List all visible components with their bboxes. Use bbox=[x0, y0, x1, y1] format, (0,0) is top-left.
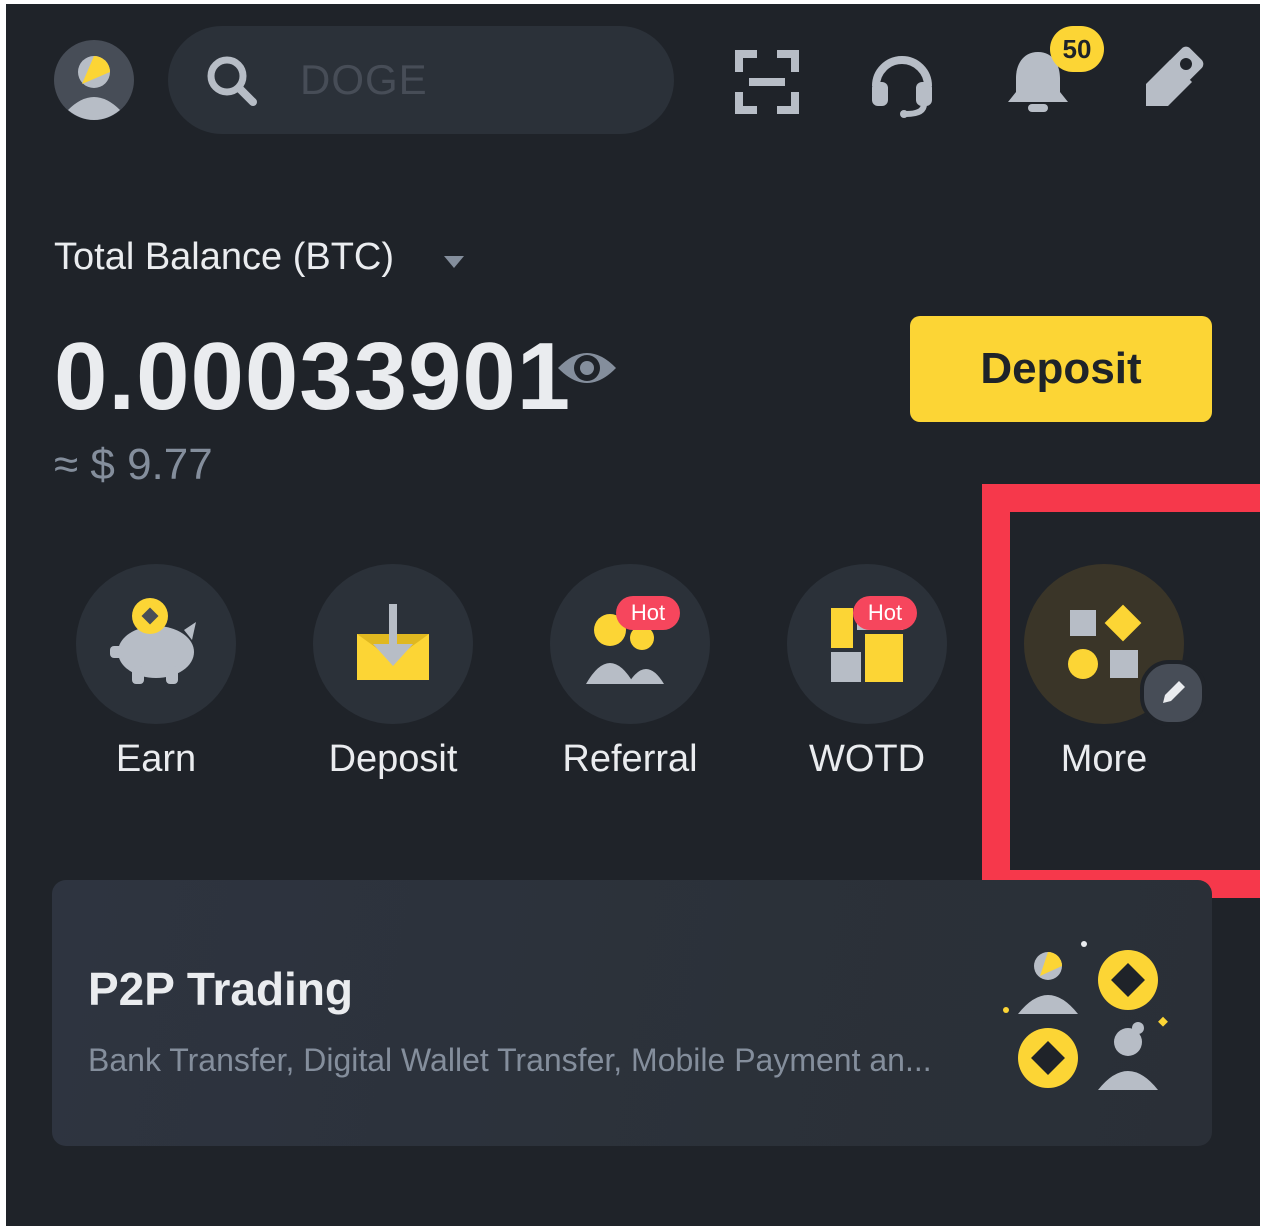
scan-icon[interactable] bbox=[731, 46, 803, 118]
deposit-button[interactable]: Deposit bbox=[910, 316, 1212, 422]
app-screen: DOGE 50 Total Balance (BTC) 0.00033901 ≈… bbox=[6, 4, 1260, 1226]
highlight-box bbox=[982, 484, 1260, 898]
total-balance-value: 0.00033901 bbox=[54, 323, 572, 430]
eye-icon[interactable] bbox=[554, 340, 620, 396]
hot-badge: Hot bbox=[616, 596, 680, 630]
hot-badge: Hot bbox=[853, 596, 917, 630]
shortcut-deposit[interactable]: Deposit bbox=[293, 564, 493, 804]
headset-support-icon[interactable] bbox=[866, 46, 938, 118]
p2p-trading-card[interactable]: P2P Trading Bank Transfer, Digital Walle… bbox=[52, 880, 1212, 1146]
caret-down-icon[interactable] bbox=[442, 254, 466, 270]
balance-fiat-value: ≈ $ 9.77 bbox=[54, 440, 213, 489]
p2p-title: P2P Trading bbox=[88, 963, 354, 1015]
shortcut-wotd[interactable]: Hot WOTD bbox=[767, 564, 967, 804]
total-balance-label[interactable]: Total Balance (BTC) bbox=[54, 236, 394, 279]
shortcut-referral[interactable]: Hot Referral bbox=[530, 564, 730, 804]
shortcut-wotd-circle bbox=[787, 564, 947, 724]
shortcut-label: Earn bbox=[115, 738, 197, 780]
search-bar[interactable]: DOGE bbox=[168, 26, 674, 134]
avatar-icon[interactable] bbox=[54, 40, 134, 120]
gift-tag-icon[interactable] bbox=[1136, 44, 1208, 116]
shortcut-earn[interactable]: Earn bbox=[56, 564, 256, 804]
shortcut-label: Referral bbox=[562, 738, 698, 780]
p2p-illustration-icon bbox=[1003, 941, 1168, 1090]
shortcut-deposit-circle bbox=[313, 564, 473, 724]
deposit-tray-icon bbox=[357, 604, 429, 680]
search-placeholder: DOGE bbox=[300, 56, 428, 103]
p2p-subtitle: Bank Transfer, Digital Wallet Transfer, … bbox=[88, 1042, 932, 1078]
shortcut-referral-circle bbox=[550, 564, 710, 724]
piggy-bank-icon bbox=[110, 598, 196, 684]
notification-count-badge: 50 bbox=[1050, 26, 1104, 72]
shortcut-label: WOTD bbox=[808, 738, 926, 780]
shortcut-label: Deposit bbox=[328, 738, 458, 780]
search-icon bbox=[207, 56, 257, 106]
shortcut-earn-circle bbox=[76, 564, 236, 724]
